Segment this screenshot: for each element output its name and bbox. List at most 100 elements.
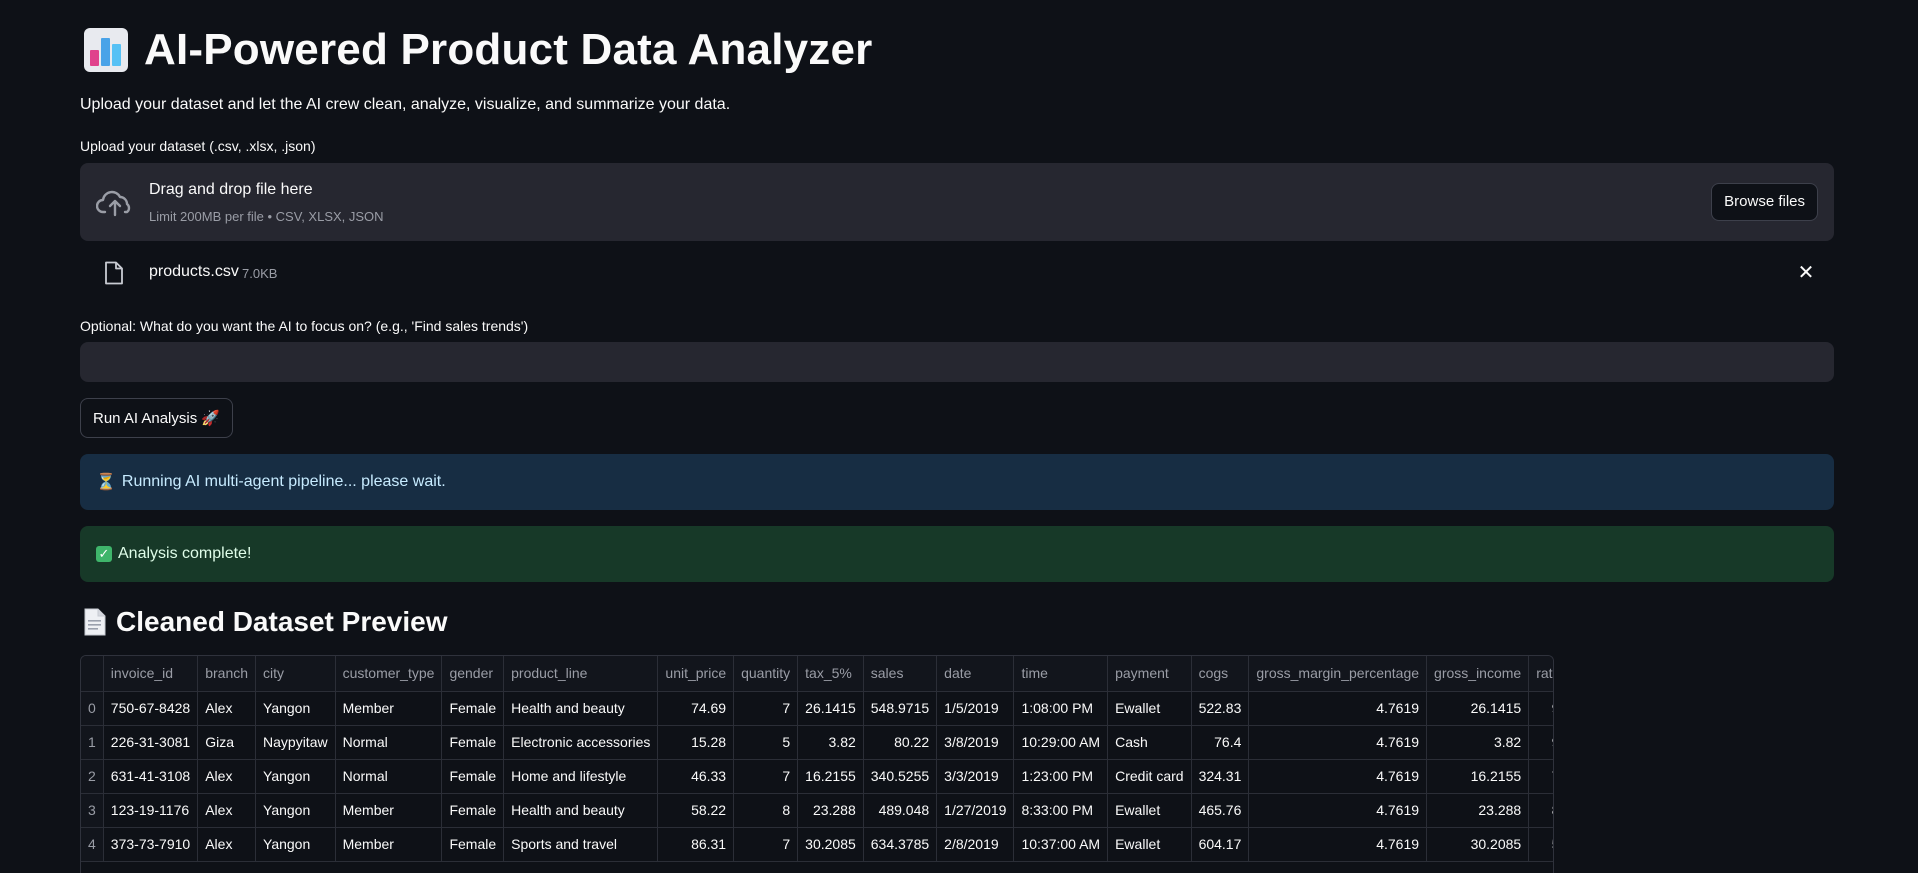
table-cell[interactable]: Ewallet bbox=[1107, 827, 1192, 862]
table-row[interactable]: 4 373-73-7910 Alex Yangon Member Female Sports… bbox=[81, 827, 1553, 862]
table-cell[interactable]: Cash bbox=[1107, 725, 1192, 760]
table-cell[interactable]: 8 bbox=[733, 793, 799, 828]
table-cell[interactable]: 26.1415 bbox=[1426, 691, 1530, 726]
table-cell[interactable]: 604.17 bbox=[1191, 827, 1250, 862]
table-cell[interactable]: Alex bbox=[197, 691, 257, 726]
table-cell[interactable]: Alex bbox=[197, 759, 257, 794]
table-cell[interactable]: 548.9715 bbox=[863, 691, 938, 726]
table-cell[interactable]: 10:37:00 AM bbox=[1013, 827, 1109, 862]
table-cell[interactable]: 226-31-3081 bbox=[103, 725, 199, 760]
table-row[interactable]: 1 226-31-3081 Giza Naypyitaw Normal Female Ele… bbox=[81, 725, 1553, 760]
table-cell[interactable]: 7 bbox=[733, 827, 799, 862]
column-header[interactable]: invoice_id bbox=[103, 656, 199, 692]
file-dropzone[interactable]: Drag and drop file here Limit 200MB per … bbox=[80, 163, 1834, 241]
table-cell[interactable]: 465.76 bbox=[1191, 793, 1250, 828]
table-cell[interactable]: 16.2155 bbox=[1426, 759, 1530, 794]
table-cell[interactable]: 8:33:00 PM bbox=[1013, 793, 1109, 828]
table-cell[interactable]: 4.7619 bbox=[1248, 691, 1428, 726]
column-header[interactable]: cogs bbox=[1191, 656, 1250, 692]
table-cell[interactable]: Credit card bbox=[1107, 759, 1192, 794]
table-cell[interactable]: 489.048 bbox=[863, 793, 938, 828]
row-index[interactable]: 1 bbox=[81, 725, 104, 760]
table-cell[interactable]: 23.288 bbox=[1426, 793, 1530, 828]
table-cell[interactable]: Home and lifestyle bbox=[503, 759, 659, 794]
column-header[interactable]: gender bbox=[441, 656, 505, 692]
table-cell[interactable]: 7 bbox=[733, 691, 799, 726]
column-header[interactable]: date bbox=[936, 656, 1015, 692]
table-cell[interactable]: 30.2085 bbox=[797, 827, 864, 862]
table-cell[interactable]: Sports and travel bbox=[503, 827, 659, 862]
table-cell[interactable]: Yangon bbox=[255, 793, 336, 828]
table-cell[interactable]: Female bbox=[441, 793, 505, 828]
column-header[interactable]: product_line bbox=[503, 656, 659, 692]
table-cell[interactable]: 4.7619 bbox=[1248, 827, 1428, 862]
column-header[interactable] bbox=[81, 656, 104, 692]
remove-file-close-icon[interactable]: ✕ bbox=[1796, 263, 1816, 283]
table-cell[interactable]: Member bbox=[335, 691, 443, 726]
table-cell[interactable]: 324.31 bbox=[1191, 759, 1250, 794]
table-cell[interactable]: 1/27/2019 bbox=[936, 793, 1015, 828]
table-cell[interactable]: Yangon bbox=[255, 827, 336, 862]
table-cell[interactable]: Member bbox=[335, 793, 443, 828]
table-cell[interactable]: 7 bbox=[733, 759, 799, 794]
table-cell[interactable]: 74.69 bbox=[657, 691, 735, 726]
table-row[interactable]: 2 631-41-3108 Alex Yangon Normal Female Home a… bbox=[81, 759, 1553, 794]
row-index[interactable]: 3 bbox=[81, 793, 104, 828]
row-index[interactable]: 0 bbox=[81, 691, 104, 726]
table-cell[interactable]: 3/3/2019 bbox=[936, 759, 1015, 794]
table-cell[interactable]: 8.4 bbox=[1528, 793, 1553, 828]
column-header[interactable]: payment bbox=[1107, 656, 1192, 692]
table-cell[interactable]: Member bbox=[335, 827, 443, 862]
table-cell[interactable]: 3.82 bbox=[797, 725, 864, 760]
table-cell[interactable]: Health and beauty bbox=[503, 691, 659, 726]
table-cell[interactable]: 1/5/2019 bbox=[936, 691, 1015, 726]
table-cell[interactable]: 340.5255 bbox=[863, 759, 938, 794]
row-index[interactable]: 2 bbox=[81, 759, 104, 794]
table-cell[interactable]: 16.2155 bbox=[797, 759, 864, 794]
table-cell[interactable]: 631-41-3108 bbox=[103, 759, 199, 794]
table-cell[interactable]: 1:08:00 PM bbox=[1013, 691, 1109, 726]
table-cell[interactable]: 9.6 bbox=[1528, 725, 1553, 760]
table-cell[interactable]: 58.22 bbox=[657, 793, 735, 828]
column-header[interactable]: unit_price bbox=[657, 656, 735, 692]
table-cell[interactable]: 10:29:00 AM bbox=[1013, 725, 1109, 760]
table-cell[interactable]: Female bbox=[441, 759, 505, 794]
column-header[interactable]: quantity bbox=[733, 656, 799, 692]
column-header[interactable]: time bbox=[1013, 656, 1109, 692]
table-cell[interactable]: Ewallet bbox=[1107, 691, 1192, 726]
table-cell[interactable]: Yangon bbox=[255, 691, 336, 726]
table-cell[interactable]: Health and beauty bbox=[503, 793, 659, 828]
table-cell[interactable]: Normal bbox=[335, 725, 443, 760]
table-cell[interactable]: Ewallet bbox=[1107, 793, 1192, 828]
column-header[interactable]: gross_margin_percentage bbox=[1248, 656, 1428, 692]
browse-files-button[interactable]: Browse files bbox=[1711, 183, 1818, 221]
column-header[interactable]: sales bbox=[863, 656, 938, 692]
table-cell[interactable]: Alex bbox=[197, 827, 257, 862]
table-cell[interactable]: 46.33 bbox=[657, 759, 735, 794]
dataframe-table[interactable]: invoice_id branch city customer_type gen… bbox=[80, 655, 1554, 873]
table-cell[interactable]: Alex bbox=[197, 793, 257, 828]
column-header[interactable]: tax_5% bbox=[797, 656, 864, 692]
table-cell[interactable]: 86.31 bbox=[657, 827, 735, 862]
table-cell[interactable]: 1:23:00 PM bbox=[1013, 759, 1109, 794]
column-header[interactable]: customer_type bbox=[335, 656, 443, 692]
table-cell[interactable]: Giza bbox=[197, 725, 257, 760]
table-cell[interactable]: 5 bbox=[733, 725, 799, 760]
table-cell[interactable]: 26.1415 bbox=[797, 691, 864, 726]
table-cell[interactable]: 4.7619 bbox=[1248, 793, 1428, 828]
table-cell[interactable]: 522.83 bbox=[1191, 691, 1250, 726]
table-cell[interactable]: 2/8/2019 bbox=[936, 827, 1015, 862]
table-cell[interactable]: 373-73-7910 bbox=[103, 827, 199, 862]
column-header[interactable]: city bbox=[255, 656, 336, 692]
table-cell[interactable]: 123-19-1176 bbox=[103, 793, 199, 828]
table-cell[interactable]: 750-67-8428 bbox=[103, 691, 199, 726]
column-header[interactable]: branch bbox=[197, 656, 257, 692]
table-cell[interactable]: Yangon bbox=[255, 759, 336, 794]
table-cell[interactable]: Female bbox=[441, 691, 505, 726]
table-row[interactable]: 0 750-67-8428 Alex Yangon Member Female Health… bbox=[81, 691, 1553, 726]
table-row[interactable]: 3 123-19-1176 Alex Yangon Member Female Health… bbox=[81, 793, 1553, 828]
table-cell[interactable]: 7.4 bbox=[1528, 759, 1553, 794]
table-cell[interactable]: 3/8/2019 bbox=[936, 725, 1015, 760]
row-index[interactable]: 4 bbox=[81, 827, 104, 862]
table-cell[interactable]: 30.2085 bbox=[1426, 827, 1530, 862]
